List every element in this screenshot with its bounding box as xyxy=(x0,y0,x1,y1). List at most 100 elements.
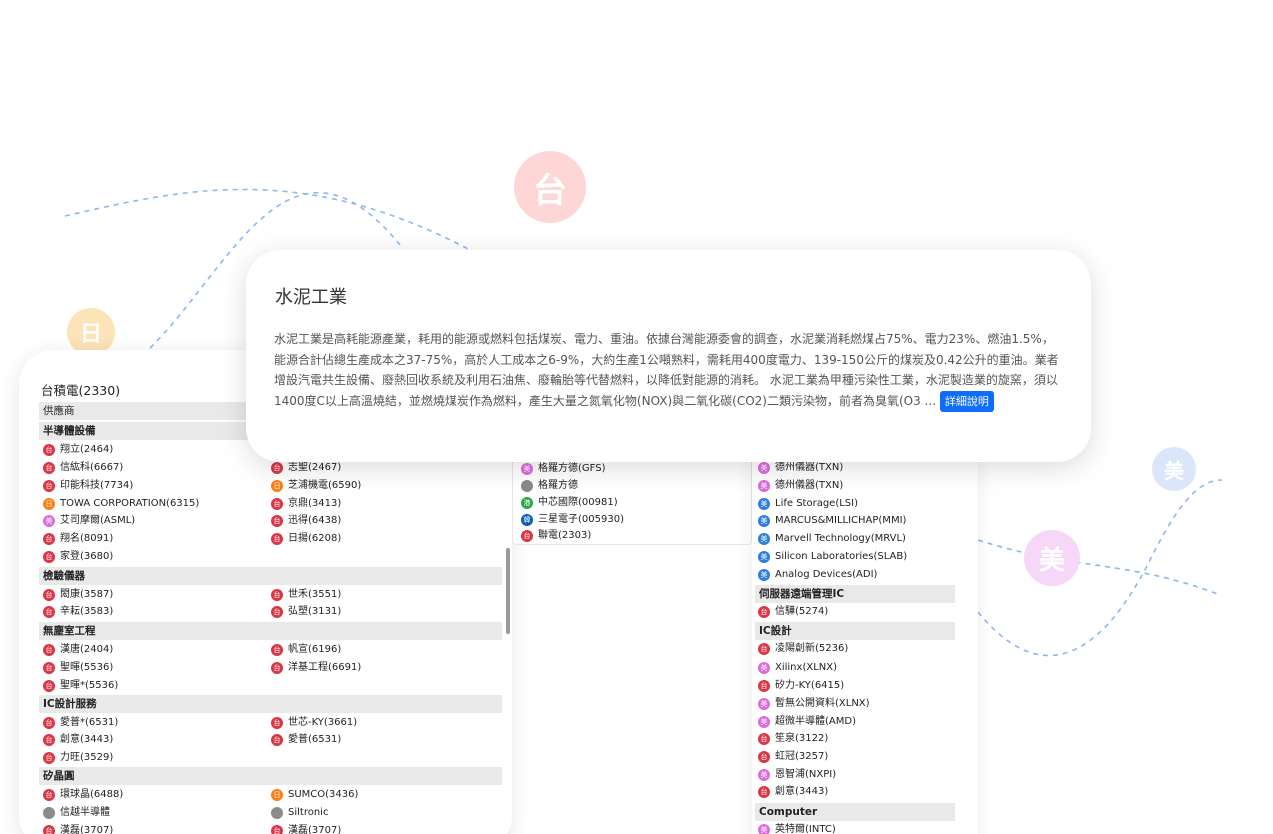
item-label: 閎康(3587) xyxy=(60,589,114,600)
supplier-item[interactable]: 美 Silicon Laboratories(SLAB) xyxy=(758,549,907,565)
supplier-item[interactable]: 台創意(3443) xyxy=(758,784,828,800)
country-badge-icon: 日 xyxy=(43,498,55,510)
supplier-item[interactable]: 台漢磊(3707) xyxy=(271,823,341,834)
supplier-item[interactable]: 台日揚(6208) xyxy=(271,531,341,547)
supplier-item[interactable]: 美 Marvell Technology(MRVL) xyxy=(758,531,906,547)
supplier-item[interactable]: 台環球晶(6488) xyxy=(43,787,123,803)
item-label: 格羅方德 xyxy=(538,480,578,491)
supplier-item[interactable]: 格羅方德 xyxy=(521,478,578,494)
supplier-item[interactable]: 美 Xilinx(XLNX) xyxy=(758,660,837,676)
supplier-item[interactable]: 台愛普(6531) xyxy=(271,732,341,748)
supplier-item[interactable]: 台翔立(2464) xyxy=(43,442,113,458)
supplier-item[interactable]: 台愛普*(6531) xyxy=(43,715,118,731)
supplier-item[interactable]: 美 Analog Devices(ADI) xyxy=(758,567,877,583)
supplier-item[interactable]: 台帆宣(6196) xyxy=(271,642,341,658)
item-label: 翔名(8091) xyxy=(60,533,114,544)
item-label: 迅得(6438) xyxy=(288,515,342,526)
supplier-item[interactable]: 台世禾(3551) xyxy=(271,587,341,603)
item-label: 超微半導體(AMD) xyxy=(775,716,856,727)
item-label: Siltronic xyxy=(288,807,329,818)
supplier-item[interactable]: 台信驊(5274) xyxy=(758,604,828,620)
supplier-item[interactable]: 台信紘科(6667) xyxy=(43,460,123,476)
item-label: 德州儀器(TXN) xyxy=(775,462,844,473)
country-badge-icon: 台 xyxy=(758,751,770,763)
supplier-item[interactable]: 台京鼎(3413) xyxy=(271,496,341,512)
supplier-item[interactable]: 台聖暉(5536) xyxy=(43,660,113,676)
supplier-item[interactable]: 台家登(3680) xyxy=(43,549,113,565)
section-ic-design-service: IC設計服務 xyxy=(39,695,502,713)
supplier-item[interactable]: 日 SUMCO(3436) xyxy=(271,787,358,803)
supplier-item[interactable]: 台虹冠(3257) xyxy=(758,749,828,765)
section-server-bmc: 伺服器遠端管理IC xyxy=(755,585,955,603)
supplier-item[interactable]: 台笙泉(3122) xyxy=(758,731,828,747)
item-label: 家登(3680) xyxy=(60,551,114,562)
supplier-item[interactable]: 日芝浦機電(6590) xyxy=(271,478,361,494)
item-label: 聖暉*(5536) xyxy=(60,680,119,691)
supplier-item[interactable]: 美 Life Storage(LSI) xyxy=(758,496,858,512)
supplier-item[interactable]: 台漢磊(3707) xyxy=(43,823,113,834)
supplier-item[interactable]: 日 TOWA CORPORATION(6315) xyxy=(43,496,199,512)
item-label: TOWA CORPORATION(6315) xyxy=(60,498,200,509)
item-label: 艾司摩爾(ASML) xyxy=(60,515,136,526)
supplier-item[interactable]: 韓三星電子(005930) xyxy=(521,512,624,528)
supplier-item[interactable]: 台洋基工程(6691) xyxy=(271,660,361,676)
supplier-item[interactable]: 美艾司摩爾(ASML) xyxy=(43,513,135,529)
item-label: 格羅方德(GFS) xyxy=(538,463,606,474)
country-badge-icon: 台 xyxy=(43,551,55,563)
country-badge-icon: 台 xyxy=(758,786,770,798)
supplier-item[interactable]: 台弘塑(3131) xyxy=(271,604,341,620)
item-label: 印能科技(7734) xyxy=(60,480,134,491)
scrollbar[interactable] xyxy=(506,548,510,634)
supplier-item[interactable]: 台辛耘(3583) xyxy=(43,604,113,620)
supplier-item[interactable]: 美暫無公開資料(XLNX) xyxy=(758,696,870,712)
country-badge-icon: 台 xyxy=(43,589,55,601)
country-badge-icon: 台 xyxy=(758,643,770,655)
detail-button[interactable]: 詳細說明 xyxy=(939,390,994,412)
supplier-item[interactable]: 台漢唐(2404) xyxy=(43,642,113,658)
supplier-item[interactable]: 台力旺(3529) xyxy=(43,750,113,766)
supplier-item[interactable]: 台創意(3443) xyxy=(43,732,113,748)
supplier-item[interactable]: 美英特爾(INTC) xyxy=(758,822,836,834)
bubble-label: 台 xyxy=(533,170,567,211)
supplier-item[interactable]: 美格羅方德(GFS) xyxy=(521,461,605,477)
country-badge-icon: 台 xyxy=(43,662,55,674)
japan-bubble-icon: 日 xyxy=(67,308,115,356)
item-label: 世禾(3551) xyxy=(288,589,342,600)
item-label: 信驊(5274) xyxy=(775,606,829,617)
country-badge-icon: 美 xyxy=(758,462,770,474)
item-label: 洋基工程(6691) xyxy=(288,662,362,673)
supplier-item[interactable]: 美 MARCUS&MILLICHAP(MMI) xyxy=(758,513,906,529)
supplier-item[interactable]: 信越半導體 xyxy=(43,805,110,821)
section-cleanroom: 無塵室工程 xyxy=(39,622,502,640)
country-badge-icon: 美 xyxy=(758,480,770,492)
bubble-label: 日 xyxy=(79,322,102,347)
country-badge-icon: 美 xyxy=(758,533,770,545)
supplier-item[interactable]: 台志聖(2467) xyxy=(271,460,341,476)
country-badge-icon: 台 xyxy=(758,680,770,692)
country-badge-icon: 台 xyxy=(271,589,283,601)
item-label: 力旺(3529) xyxy=(60,752,114,763)
supplier-item[interactable]: 美超微半導體(AMD) xyxy=(758,714,856,730)
supplier-item[interactable]: 台閎康(3587) xyxy=(43,587,113,603)
supplier-item[interactable]: 台凌陽創新(5236) xyxy=(758,641,848,657)
supplier-item[interactable]: 美德州儀器(TXN) xyxy=(758,460,843,476)
country-badge-icon: 台 xyxy=(43,444,55,456)
item-label: 英特爾(INTC) xyxy=(775,824,836,834)
supplier-item[interactable]: 美德州儀器(TXN) xyxy=(758,478,843,494)
supplier-item[interactable]: 台矽力-KY(6415) xyxy=(758,678,844,694)
country-badge-icon: 台 xyxy=(758,606,770,618)
item-label: 志聖(2467) xyxy=(288,462,342,473)
supplier-item[interactable]: 台世芯-KY(3661) xyxy=(271,715,357,731)
supplier-item[interactable]: 台迅得(6438) xyxy=(271,513,341,529)
supplier-item[interactable]: 台聖暉*(5536) xyxy=(43,678,118,694)
item-label: 創意(3443) xyxy=(775,786,829,797)
usa-bubble-icon: 美 xyxy=(1024,530,1080,586)
supplier-item[interactable]: 台印能科技(7734) xyxy=(43,478,133,494)
supplier-item[interactable]: 港中芯國際(00981) xyxy=(521,495,618,511)
country-badge-icon: 台 xyxy=(43,717,55,729)
supplier-item[interactable]: 美恩智浦(NXPI) xyxy=(758,767,836,783)
supplier-item[interactable]: 台聯電(2303) xyxy=(521,528,591,544)
supplier-item[interactable]: Siltronic xyxy=(271,805,328,821)
supplier-item[interactable]: 台翔名(8091) xyxy=(43,531,113,547)
country-badge-icon: 台 xyxy=(271,662,283,674)
